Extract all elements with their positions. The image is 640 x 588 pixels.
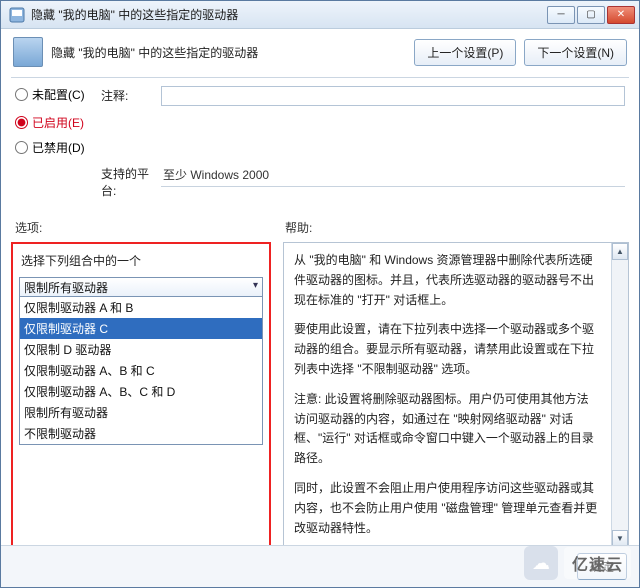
policy-title: 隐藏 "我的电脑" 中的这些指定的驱动器 (51, 44, 414, 61)
combo-prompt: 选择下列组合中的一个 (21, 252, 263, 269)
radio-disabled[interactable]: 已禁用(D) (15, 139, 101, 156)
radio-not-configured[interactable]: 未配置(C) (15, 86, 101, 103)
titlebar: 隐藏 "我的电脑" 中的这些指定的驱动器 ─ ▢ ✕ (1, 1, 639, 29)
comment-label: 注释: (101, 86, 161, 104)
options-label: 选项: (15, 219, 285, 236)
minimize-button[interactable]: ─ (547, 6, 575, 24)
help-pane: 从 "我的电脑" 和 Windows 资源管理器中删除代表所选硬件驱动器的图标。… (283, 242, 629, 548)
footer: 确定 ☁ 亿速云 (1, 545, 639, 587)
content-row: 选择下列组合中的一个 限制所有驱动器 仅限制驱动器 A 和 B 仅限制驱动器 C… (1, 238, 639, 556)
maximize-button[interactable]: ▢ (577, 6, 605, 24)
help-text: 从 "我的电脑" 和 Windows 资源管理器中删除代表所选硬件驱动器的图标。… (294, 251, 600, 310)
section-labels: 选项: 帮助: (1, 211, 639, 238)
scrollbar[interactable]: ▲ ▼ (611, 243, 628, 547)
cloud-icon: ☁ (524, 546, 558, 580)
help-text: 要使用此设置，请在下拉列表中选择一个驱动器或多个驱动器的组合。要显示所有驱动器，… (294, 320, 600, 379)
combo-option[interactable]: 仅限制驱动器 A、B 和 C (20, 360, 262, 381)
next-setting-button[interactable]: 下一个设置(N) (524, 39, 627, 66)
help-label: 帮助: (285, 219, 312, 236)
highlight-frame: 选择下列组合中的一个 限制所有驱动器 仅限制驱动器 A 和 B 仅限制驱动器 C… (11, 242, 271, 548)
window-title: 隐藏 "我的电脑" 中的这些指定的驱动器 (31, 6, 547, 23)
combo-option[interactable]: 仅限制驱动器 A 和 B (20, 297, 262, 318)
combo-option[interactable]: 仅限制驱动器 C (20, 318, 262, 339)
prev-setting-button[interactable]: 上一个设置(P) (414, 39, 516, 66)
policy-editor-window: 隐藏 "我的电脑" 中的这些指定的驱动器 ─ ▢ ✕ 隐藏 "我的电脑" 中的这… (0, 0, 640, 588)
options-pane: 选择下列组合中的一个 限制所有驱动器 仅限制驱动器 A 和 B 仅限制驱动器 C… (11, 242, 271, 548)
combo-option[interactable]: 不限制驱动器 (20, 423, 262, 444)
comment-input[interactable] (161, 86, 625, 106)
combo-option[interactable]: 限制所有驱动器 (20, 402, 262, 423)
combo-dropdown: 仅限制驱动器 A 和 B 仅限制驱动器 C 仅限制 D 驱动器 仅限制驱动器 A… (19, 297, 263, 445)
help-text: 注意: 此设置将删除驱动器图标。用户仍可使用其他方法访问驱动器的内容，如通过在 … (294, 390, 600, 469)
help-text: 同时，此设置不会阻止用户使用程序访问这些驱动器或其内容，也不会防止用户使用 "磁… (294, 479, 600, 538)
platform-value: 至少 Windows 2000 (161, 164, 625, 187)
platform-label: 支持的平台: (101, 164, 161, 199)
ok-button[interactable]: 确定 (577, 553, 627, 580)
close-button[interactable]: ✕ (607, 6, 635, 24)
app-icon (9, 7, 25, 23)
config-area: 未配置(C) 注释: 已启用(E) 已禁用(D) 支持的平台: 至少 Windo… (1, 78, 639, 211)
combo-option[interactable]: 仅限制 D 驱动器 (20, 339, 262, 360)
policy-icon (13, 37, 43, 67)
header-row: 隐藏 "我的电脑" 中的这些指定的驱动器 上一个设置(P) 下一个设置(N) (1, 29, 639, 77)
combo-selected[interactable]: 限制所有驱动器 (19, 277, 263, 297)
scroll-up-icon[interactable]: ▲ (612, 243, 628, 260)
radio-enabled[interactable]: 已启用(E) (15, 114, 101, 131)
combo-option[interactable]: 仅限制驱动器 A、B、C 和 D (20, 381, 262, 402)
drive-combo[interactable]: 限制所有驱动器 仅限制驱动器 A 和 B 仅限制驱动器 C 仅限制 D 驱动器 … (19, 277, 263, 445)
